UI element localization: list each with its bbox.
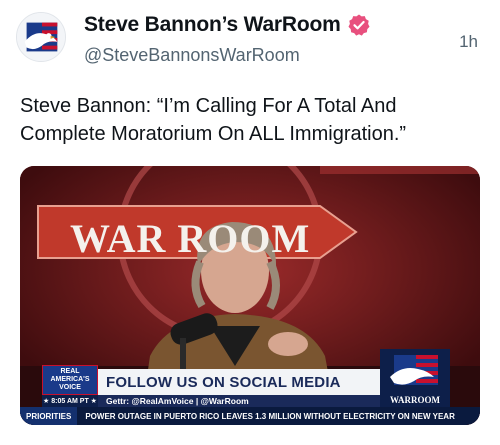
chyron-subline-text: Gettr: @RealAmVoice | @WarRoom [106,396,249,406]
broadcast-time-text: ★ 8:05 AM PT ★ [43,398,97,405]
broadcast-time: ★ 8:05 AM PT ★ [42,395,98,407]
warroom-logo-text: WARROOM [390,395,440,405]
news-ticker: PRIORITIES POWER OUTAGE IN PUERTO RICO L… [20,407,480,425]
post-card[interactable]: Steve Bannon’s WarRoom @SteveBannonsWarR… [0,0,500,445]
backdrop-banner-text: WAR ROOM [70,216,311,261]
video-thumbnail[interactable]: WAR ROOM REAL AMERICA'S VOICE ★ 8:05 AM … [20,166,480,425]
eagle-flag-logo-icon [17,13,65,61]
display-name[interactable]: Steve Bannon’s WarRoom [84,13,341,37]
network-line-1: REAL [60,368,80,375]
ticker-label: PRIORITIES [20,407,78,425]
eagle-flag-icon [390,355,438,385]
avatar[interactable] [16,12,66,62]
network-logo: REAL AMERICA'S VOICE [42,365,98,395]
chyron-subline: Gettr: @RealAmVoice | @WarRoom [98,395,380,407]
handle[interactable]: @SteveBannonsWarRoom [84,45,300,66]
timestamp[interactable]: 1h [459,32,478,52]
post-text: Steve Bannon: “I’m Calling For A Total A… [20,95,407,145]
network-line-3: VOICE [59,384,81,391]
chyron-headline-text: FOLLOW US ON SOCIAL MEDIA [106,373,341,391]
warroom-logo: WARROOM [380,349,450,407]
verified-badge-icon [348,14,370,36]
chyron-headline: FOLLOW US ON SOCIAL MEDIA [98,369,380,395]
ticker-text: POWER OUTAGE IN PUERTO RICO LEAVES 1.3 M… [85,411,455,421]
network-line-2: AMERICA'S [50,376,90,383]
